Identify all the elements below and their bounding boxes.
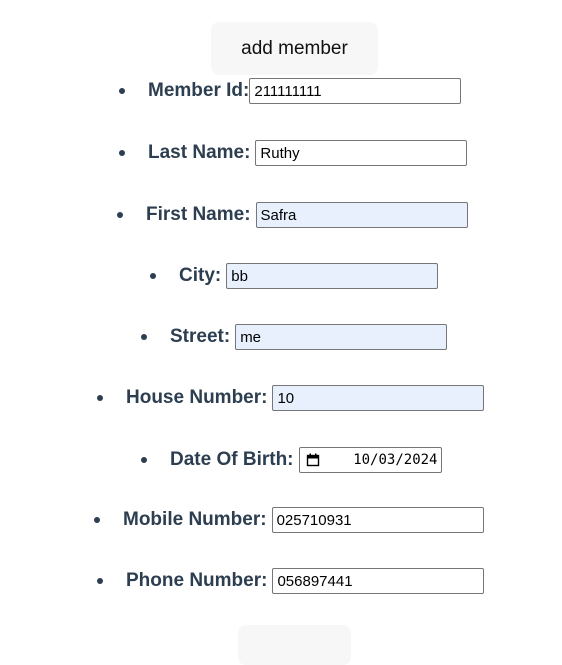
list-bullet [141,334,147,340]
street-label: Street: [170,326,231,347]
member-id-field[interactable] [249,78,462,104]
date-of-birth-item: Date Of Birth: 10/03/2024 [141,445,442,475]
city-item: City: [150,261,439,291]
list-bullet [119,150,125,156]
list-bullet [119,88,125,94]
phone-number-field[interactable] [272,568,485,594]
phone-number-label: Phone Number: [126,570,268,591]
mobile-number-item: Mobile Number: [94,505,484,535]
house-number-item: House Number: [97,383,485,413]
submit-button[interactable] [238,625,351,665]
list-bullet [97,578,103,584]
list-bullet [94,517,100,523]
member-id-label: Member Id: [148,80,250,101]
house-number-label: House Number: [126,387,268,408]
add-member-button[interactable]: add member [211,22,378,75]
list-bullet [141,457,147,463]
last-name-item: Last Name: [119,138,468,168]
date-of-birth-field[interactable]: 10/03/2024 [298,447,442,473]
calendar-icon[interactable] [306,453,320,467]
first-name-label: First Name: [146,204,251,225]
date-of-birth-label: Date Of Birth: [170,449,294,470]
member-id-item: Member Id: [119,76,462,106]
first-name-item: First Name: [117,200,468,230]
phone-number-item: Phone Number: [97,566,485,596]
street-item: Street: [141,322,448,352]
mobile-number-label: Mobile Number: [123,509,267,530]
house-number-field[interactable] [272,385,485,411]
last-name-field[interactable] [255,140,468,166]
date-of-birth-value: 10/03/2024 [353,452,438,468]
last-name-label: Last Name: [148,142,251,163]
list-bullet [117,212,123,218]
city-field[interactable] [226,263,439,289]
city-label: City: [179,265,222,286]
list-bullet [150,273,156,279]
street-field[interactable] [235,324,448,350]
mobile-number-field[interactable] [271,507,484,533]
first-name-field[interactable] [255,202,468,228]
list-bullet [97,395,103,401]
